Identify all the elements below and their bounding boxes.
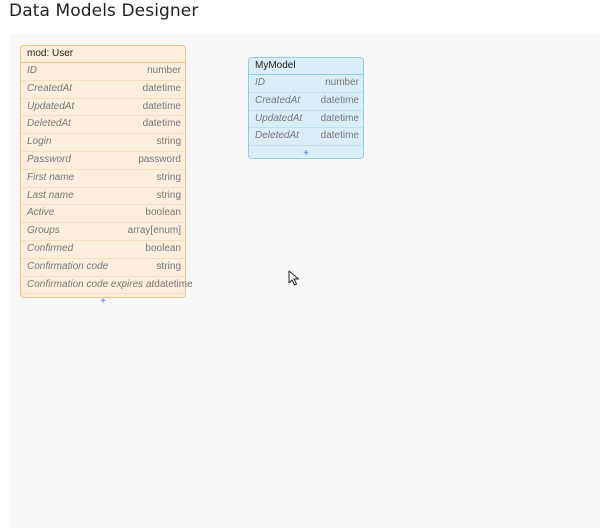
model-title[interactable]: mod: User (21, 46, 185, 63)
field-name: Login (27, 136, 52, 148)
field-name: ID (27, 65, 37, 76)
field-name: DeletedAt (27, 118, 71, 130)
page-title: Data Models Designer (9, 1, 199, 21)
field-type: number (325, 77, 359, 88)
field-row[interactable]: DeletedAt datetime (21, 116, 185, 135)
field-name: CreatedAt (255, 94, 301, 106)
field-name: First name (27, 171, 75, 183)
field-row[interactable]: Login string (21, 134, 185, 152)
field-list: ID number CreatedAt datetime UpdatedAt date… (21, 63, 193, 295)
field-row[interactable]: Confirmed boolean (21, 241, 185, 259)
field-type: number (147, 65, 181, 76)
field-row[interactable]: Last name string (21, 188, 185, 206)
field-name: ID (255, 77, 265, 88)
field-row[interactable]: ID number (249, 75, 363, 93)
field-type: datetime (320, 94, 359, 106)
field-row[interactable]: Confirmation code string (21, 259, 185, 277)
field-type: string (156, 171, 181, 183)
field-row[interactable]: First name string (21, 170, 185, 188)
field-name: Confirmation code expires at (27, 278, 155, 290)
field-type: datetime (142, 82, 181, 94)
field-name: Groups (27, 225, 60, 237)
field-type: datetime (142, 100, 181, 112)
field-row[interactable]: Confirmation code expires at datetime (21, 277, 193, 295)
add-field-button[interactable]: + (249, 146, 363, 161)
field-name: DeletedAt (255, 130, 299, 142)
field-type: datetime (320, 130, 359, 142)
field-row[interactable]: CreatedAt datetime (249, 93, 363, 111)
mouse-pointer-icon (288, 270, 299, 286)
model-card-mymodel[interactable]: MyModel ID number CreatedAt datetime Updat… (248, 57, 364, 159)
field-row[interactable]: DeletedAt datetime (249, 128, 363, 147)
field-row[interactable]: Password password (21, 152, 185, 170)
field-name: Confirmation code (27, 260, 109, 272)
field-name: UpdatedAt (27, 100, 75, 112)
field-name: Last name (27, 189, 74, 201)
field-type: datetime (142, 118, 181, 130)
field-row[interactable]: ID number (21, 63, 185, 81)
field-row[interactable]: CreatedAt datetime (21, 81, 185, 99)
add-field-button[interactable]: + (21, 294, 185, 309)
field-type: array[enum] (127, 225, 181, 237)
model-card-user[interactable]: mod: User ID number CreatedAt datetime Upd… (20, 45, 193, 307)
field-type: password (138, 153, 181, 165)
field-name: Password (27, 153, 71, 165)
field-name: CreatedAt (27, 82, 73, 94)
field-row[interactable]: Active boolean (21, 205, 185, 224)
field-name: Active (27, 207, 55, 219)
field-list: ID number CreatedAt datetime UpdatedAt date… (249, 75, 363, 147)
field-row[interactable]: UpdatedAt datetime (249, 111, 363, 129)
field-type: datetime (154, 278, 193, 290)
field-name: UpdatedAt (255, 112, 303, 124)
field-type: string (156, 260, 181, 272)
model-title[interactable]: MyModel (249, 58, 363, 75)
field-type: boolean (145, 242, 181, 254)
field-row[interactable]: UpdatedAt datetime (21, 99, 185, 117)
field-type: string (156, 136, 181, 148)
field-type: string (156, 189, 181, 201)
field-type: datetime (320, 112, 359, 124)
field-row[interactable]: Groups array[enum] (21, 223, 185, 241)
designer-canvas[interactable]: mod: User ID number CreatedAt datetime Upd… (9, 34, 600, 528)
field-name: Confirmed (27, 242, 74, 254)
field-type: boolean (145, 207, 181, 219)
